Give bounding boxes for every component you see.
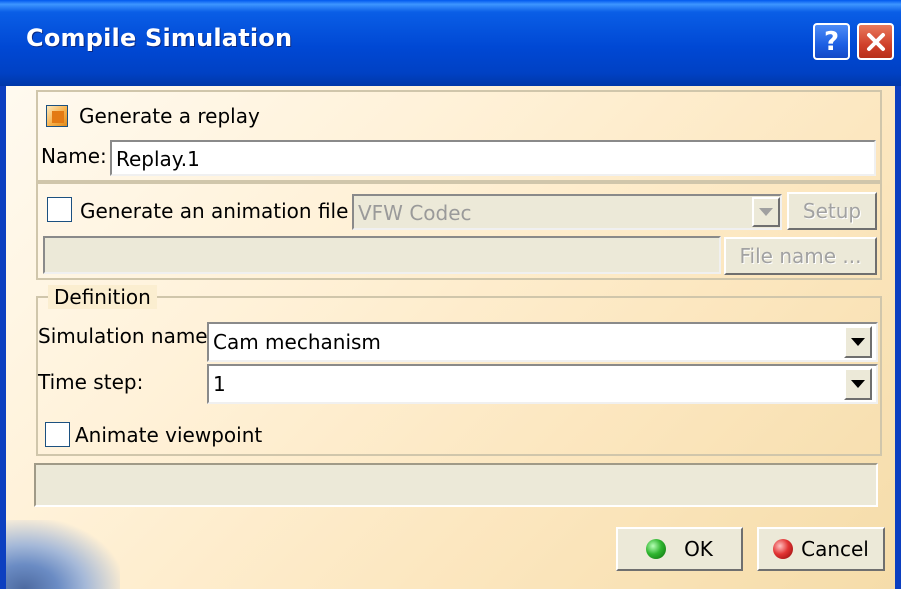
cancel-label: Cancel <box>801 537 869 561</box>
definition-group-label: Definition <box>48 285 157 309</box>
time-step-select[interactable]: 1 <box>207 364 878 404</box>
ok-label: OK <box>684 537 713 561</box>
file-name-button[interactable]: File name ... <box>724 237 877 275</box>
close-button[interactable] <box>857 23 894 60</box>
cancel-icon <box>773 539 794 559</box>
animate-viewpoint-checkbox[interactable] <box>45 422 70 447</box>
setup-button[interactable]: Setup <box>787 192 877 230</box>
decorative-globe <box>0 520 120 589</box>
ok-button[interactable]: OK <box>616 527 743 571</box>
codec-dropdown-button[interactable] <box>752 197 780 227</box>
codec-select[interactable]: VFW Codec <box>352 194 782 230</box>
status-bar <box>34 463 878 507</box>
time-step-label: Time step: <box>38 370 144 394</box>
animation-file-path-field[interactable] <box>43 236 721 274</box>
title-bar[interactable]: Compile Simulation ? <box>0 0 901 86</box>
window-border-right <box>895 86 901 589</box>
help-icon: ? <box>823 26 840 57</box>
chevron-down-icon <box>851 380 865 388</box>
cancel-button[interactable]: Cancel <box>757 527 885 571</box>
name-label: Name: <box>41 144 107 168</box>
help-button[interactable]: ? <box>813 23 850 60</box>
simulation-name-label: Simulation name: <box>38 324 215 348</box>
ok-icon <box>646 539 667 559</box>
compile-simulation-dialog: Compile Simulation ? Generate a replay N… <box>0 0 901 589</box>
animate-viewpoint-label: Animate viewpoint <box>75 423 263 447</box>
chevron-down-icon <box>759 208 773 216</box>
generate-animation-checkbox[interactable] <box>47 197 72 222</box>
window-title: Compile Simulation <box>26 24 293 52</box>
simulation-name-select[interactable]: Cam mechanism <box>207 322 878 362</box>
time-step-dropdown-button[interactable] <box>844 368 872 400</box>
replay-name-input[interactable]: Replay.1 <box>110 140 876 176</box>
generate-replay-label: Generate a replay <box>79 104 260 128</box>
simulation-name-dropdown-button[interactable] <box>844 326 872 358</box>
window-border-left <box>0 86 6 589</box>
chevron-down-icon <box>851 338 865 346</box>
generate-animation-label: Generate an animation file <box>80 199 349 223</box>
close-icon <box>866 32 885 51</box>
generate-replay-checkbox[interactable] <box>46 105 68 127</box>
